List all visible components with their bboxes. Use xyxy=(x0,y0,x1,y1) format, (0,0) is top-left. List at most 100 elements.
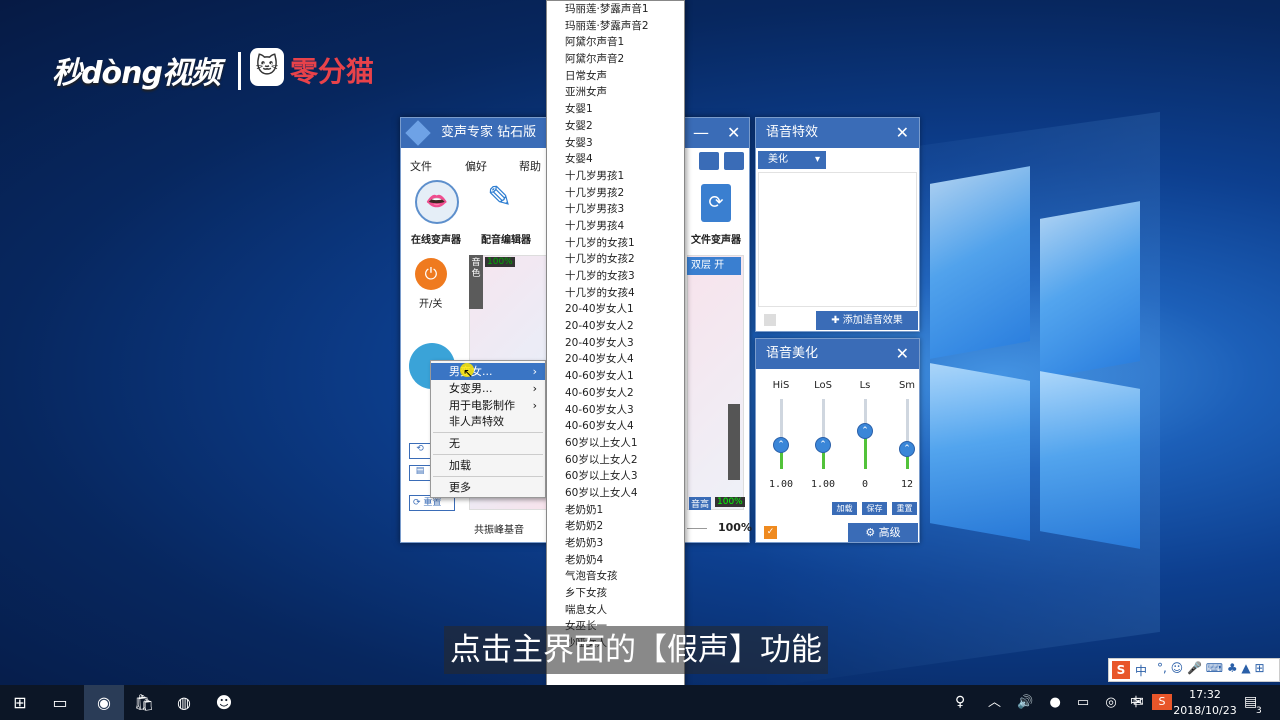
voice-item[interactable]: 玛丽莲·梦露声音2 xyxy=(547,18,684,35)
ctx-none[interactable]: 无 xyxy=(431,435,545,452)
ime-mode[interactable]: 中 xyxy=(1135,662,1147,679)
ctx-movie[interactable]: 用于电影制作 › xyxy=(431,397,545,414)
voice-item[interactable]: 老奶奶1 xyxy=(547,502,684,519)
voice-item[interactable]: 阿黛尔声音2 xyxy=(547,51,684,68)
voice-item[interactable]: 气泡音女孩 xyxy=(547,568,684,585)
menu-file[interactable]: 文件 xyxy=(410,158,432,174)
app-globe-icon[interactable]: ◍ xyxy=(164,685,204,720)
voice-item[interactable]: 喘息女人 xyxy=(547,602,684,619)
voice-item[interactable]: 40-60岁女人1 xyxy=(547,368,684,385)
save-icon[interactable]: ▤ xyxy=(409,465,431,481)
beautify-checkbox[interactable]: ✓ xyxy=(764,526,777,539)
voice-item[interactable]: 十几岁男孩3 xyxy=(547,201,684,218)
advanced-button[interactable]: ⚙ 高级 xyxy=(848,523,918,542)
add-effect-button[interactable]: ✚ 添加语音效果 xyxy=(816,311,918,330)
slider-track[interactable] xyxy=(780,399,783,469)
volume-slider[interactable] xyxy=(728,404,740,480)
voice-item[interactable]: 60岁以上女人2 xyxy=(547,452,684,469)
tray-lang[interactable]: 中 xyxy=(1130,685,1142,720)
ime-toolbar[interactable]: S 中 °, ☺ 🎤 ⌨ ♣ ▲ ⊞ xyxy=(1108,658,1280,682)
slider-label: HiS xyxy=(772,380,790,391)
double-layer-toggle[interactable]: 双层 开 xyxy=(687,257,741,275)
voice-item[interactable]: 老奶奶2 xyxy=(547,518,684,535)
effects-dropdown[interactable]: 美化 ▾ xyxy=(758,151,826,169)
resonance-track[interactable] xyxy=(687,528,707,529)
ctx-load[interactable]: 加载 xyxy=(431,457,545,474)
voice-item[interactable]: 十几岁的女孩1 xyxy=(547,235,684,252)
voice-item[interactable]: 20-40岁女人1 xyxy=(547,301,684,318)
menu-help[interactable]: 帮助 xyxy=(519,158,541,174)
start-windows-icon[interactable]: ⊞ xyxy=(0,685,40,720)
voice-item[interactable]: 老奶奶4 xyxy=(547,552,684,569)
power-icon[interactable]: ⏻ xyxy=(415,258,447,290)
add-effect-label: 添加语音效果 xyxy=(842,315,903,326)
chevron-right-icon: › xyxy=(532,382,537,395)
sogou-tray-icon[interactable]: S xyxy=(1152,694,1172,710)
ctx-male-to-female[interactable]: 男变女...› xyxy=(431,363,545,380)
effects-list[interactable] xyxy=(758,172,917,307)
app-character-icon[interactable]: ☻ xyxy=(204,685,244,720)
online-voice-changer-icon[interactable]: 👄 xyxy=(415,180,459,224)
tray-icons[interactable]: ︿ 🔊 ● ▭ ◎ ✉ ◍ xyxy=(988,685,1177,720)
slider-knob[interactable]: ⌃ xyxy=(899,441,915,458)
voice-item[interactable]: 20-40岁女人2 xyxy=(547,318,684,335)
store-icon[interactable]: 🛍 xyxy=(124,685,164,720)
menu-preferences[interactable]: 偏好 xyxy=(465,158,487,174)
voice-item[interactable]: 60岁以上女人4 xyxy=(547,485,684,502)
voice-item[interactable]: 亚洲女声 xyxy=(547,84,684,101)
voice-item[interactable]: 十几岁的女孩3 xyxy=(547,268,684,285)
voice-item[interactable]: 40-60岁女人4 xyxy=(547,418,684,435)
voice-item[interactable]: 40-60岁女人3 xyxy=(547,402,684,419)
ctx-nonhuman[interactable]: 非人声特效 xyxy=(431,413,545,430)
voice-item[interactable]: 十几岁男孩1 xyxy=(547,168,684,185)
voice-item[interactable]: 20-40岁女人4 xyxy=(547,351,684,368)
voice-item[interactable]: 60岁以上女人3 xyxy=(547,468,684,485)
file-refresh-icon[interactable]: ⟳ xyxy=(701,184,731,222)
advanced-label: 高级 xyxy=(878,526,901,539)
load-button[interactable]: 加载 xyxy=(832,502,857,515)
people-icon[interactable]: ♀ xyxy=(955,685,965,720)
voice-item[interactable]: 女婴3 xyxy=(547,135,684,152)
close-icon[interactable]: ✕ xyxy=(896,339,909,369)
slider-track[interactable] xyxy=(822,399,825,469)
mouth-icon[interactable] xyxy=(699,152,719,170)
voice-item[interactable]: 阿黛尔声音1 xyxy=(547,34,684,51)
minimize-button[interactable]: — xyxy=(693,118,709,148)
voice-item[interactable]: 十几岁男孩2 xyxy=(547,185,684,202)
ctx-more[interactable]: 更多 xyxy=(431,479,545,496)
voice-item[interactable]: 女婴1 xyxy=(547,101,684,118)
slider-knob[interactable]: ⌃ xyxy=(857,422,873,439)
voice-item[interactable]: 玛丽莲·梦露声音1 xyxy=(547,1,684,18)
reset-label: 重置 xyxy=(423,498,442,508)
task-view-icon[interactable]: ▭ xyxy=(40,685,80,720)
chrome-icon[interactable]: ◉ xyxy=(84,685,124,720)
voice-item[interactable]: 女婴4 xyxy=(547,151,684,168)
voice-item[interactable]: 60岁以上女人1 xyxy=(547,435,684,452)
effects-checkbox[interactable] xyxy=(764,314,776,326)
voice-item[interactable]: 20-40岁女人3 xyxy=(547,335,684,352)
file-voice-changer-label[interactable]: 文件变声器 xyxy=(681,231,751,246)
voice-item[interactable]: 十几岁男孩4 xyxy=(547,218,684,235)
close-icon[interactable]: ✕ xyxy=(896,118,909,148)
brush-icon[interactable]: ✎ xyxy=(487,180,512,226)
voice-item[interactable]: 乡下女孩 xyxy=(547,585,684,602)
slider-track[interactable] xyxy=(906,399,909,469)
slider-knob[interactable]: ⌃ xyxy=(773,436,789,453)
save-button[interactable]: 保存 xyxy=(862,502,887,515)
slider-knob[interactable]: ⌃ xyxy=(815,436,831,453)
clock-date[interactable]: 2018/10/23 xyxy=(1173,703,1237,720)
reset-button[interactable]: 重置 xyxy=(892,502,917,515)
ctx-female-to-male[interactable]: 女变男... › xyxy=(431,380,545,397)
sparkle-icon[interactable] xyxy=(724,152,744,170)
voice-item[interactable]: 十几岁的女孩4 xyxy=(547,285,684,302)
voice-item[interactable]: 老奶奶3 xyxy=(547,535,684,552)
dubbing-editor-label[interactable]: 配音编辑器 xyxy=(471,231,541,246)
ime-icons[interactable]: °, ☺ 🎤 ⌨ ♣ ▲ ⊞ xyxy=(1157,661,1265,675)
voice-item[interactable]: 十几岁的女孩2 xyxy=(547,251,684,268)
close-button[interactable]: ✕ xyxy=(727,118,740,148)
voice-item[interactable]: 女婴2 xyxy=(547,118,684,135)
online-voice-changer-label[interactable]: 在线变声器 xyxy=(401,231,471,246)
voice-item[interactable]: 日常女声 xyxy=(547,68,684,85)
voice-item[interactable]: 40-60岁女人2 xyxy=(547,385,684,402)
undo-icon[interactable]: ⟲ xyxy=(409,443,431,459)
